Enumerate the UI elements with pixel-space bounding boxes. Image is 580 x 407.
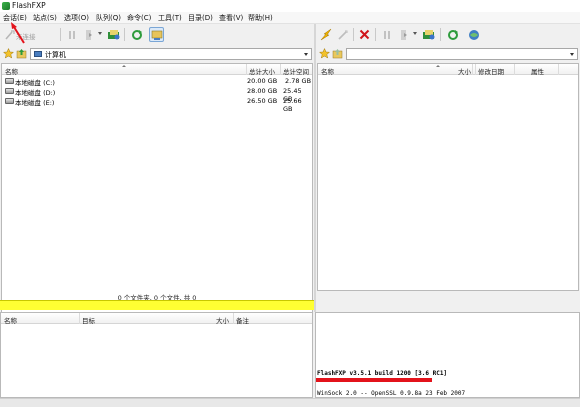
column-divider[interactable]	[79, 313, 80, 324]
menu-options[interactable]: 选项(O)	[64, 13, 89, 23]
sort-caret-icon	[436, 65, 440, 67]
column-free-space[interactable]: 总计空间	[283, 66, 309, 76]
drive-free: 2.78 GB	[285, 77, 312, 85]
remote-path-select[interactable]	[346, 48, 578, 60]
local-path-text: 计算机	[45, 51, 66, 59]
site-manager-icon[interactable]	[466, 27, 481, 42]
up-folder-icon[interactable]	[332, 48, 343, 59]
remote-pane: 名称 大小 修改日期 属性	[316, 24, 580, 312]
hard-drive-icon	[5, 88, 14, 94]
list-item[interactable]: 本地磁盘 (C:) 20.00 GB 2.78 GB	[2, 76, 312, 87]
remote-list-header: 名称 大小 修改日期 属性	[318, 64, 578, 76]
menu-session[interactable]: 会话(E)	[3, 13, 27, 23]
connect-icon[interactable]	[2, 27, 17, 42]
drive-total: 20.00 GB	[247, 77, 278, 85]
local-toolbar: 未连接	[0, 24, 314, 45]
menu-bar: 会话(E) 站点(S) 选项(O) 队列(Q) 命令(C) 工具(T) 目录(D…	[0, 12, 580, 24]
pause-icon[interactable]	[379, 27, 394, 42]
toolbar-separator	[124, 28, 125, 41]
toolbar-separator	[375, 28, 376, 41]
star-icon[interactable]	[319, 48, 330, 59]
disconnected-label: 未连接	[16, 33, 36, 41]
column-divider[interactable]	[514, 64, 515, 75]
log-line: FlashFXP v3.5.1 build 1200 [3.6 RC1]	[317, 370, 448, 377]
column-divider[interactable]	[280, 64, 281, 75]
local-status-text: 0 个文件夹, 0 个文件, 共 0	[117, 294, 197, 302]
drive-free: 25.66 GB	[283, 97, 302, 113]
transfer-icon[interactable]	[396, 27, 411, 42]
remote-status-area	[316, 292, 580, 312]
sort-caret-icon	[122, 65, 126, 67]
remote-toolbar	[316, 24, 580, 45]
menu-help[interactable]: 帮助(H)	[248, 13, 273, 23]
list-item[interactable]: 本地磁盘 (E:) 26.50 GB 25.66 GB	[2, 96, 312, 113]
chevron-down-icon	[570, 53, 574, 56]
status-log[interactable]: FlashFXP v3.5.1 build 1200 [3.6 RC1] Win…	[315, 312, 580, 398]
connect-icon[interactable]	[319, 27, 334, 42]
queue-column-note[interactable]: 备注	[236, 315, 249, 325]
column-divider[interactable]	[472, 64, 473, 75]
menu-view[interactable]: 查看(V)	[219, 13, 243, 23]
queue-header: 名称 目标 大小 备注	[1, 313, 312, 325]
log-line: WinSock 2.0 -- OpenSSL 0.9.8a 23 Feb 200…	[317, 390, 466, 397]
column-divider[interactable]	[475, 64, 476, 75]
abort-icon[interactable]	[357, 27, 372, 42]
toolbar-separator	[60, 28, 61, 41]
local-status-bar	[0, 300, 314, 310]
queue-column-size[interactable]: 大小	[216, 315, 229, 325]
computer-icon	[34, 51, 42, 57]
transfer-queue[interactable]: 名称 目标 大小 备注	[0, 312, 313, 398]
local-file-list[interactable]: 名称 总计大小 总计空间 本地磁盘 (C:) 20.00 GB 2.78 GB …	[1, 63, 313, 315]
drive-total: 28.00 GB	[247, 87, 278, 95]
refresh-icon[interactable]	[445, 27, 460, 42]
column-name[interactable]: 名称	[5, 66, 18, 76]
menu-commands[interactable]: 命令(C)	[127, 13, 151, 23]
column-total-size[interactable]: 总计大小	[249, 66, 275, 76]
column-divider[interactable]	[558, 64, 559, 75]
transfer-dropdown-icon[interactable]	[98, 32, 102, 35]
queue-column-name[interactable]: 名称	[4, 315, 17, 325]
transfer-dropdown-icon[interactable]	[413, 32, 417, 35]
column-divider[interactable]	[246, 64, 247, 75]
remote-browser-icon[interactable]	[421, 27, 436, 42]
menu-tools[interactable]: 工具(T)	[158, 13, 182, 23]
column-attributes[interactable]: 属性	[531, 66, 544, 76]
column-divider[interactable]	[233, 313, 234, 324]
menu-sites[interactable]: 站点(S)	[33, 13, 57, 23]
disconnect-icon[interactable]	[335, 27, 350, 42]
chevron-down-icon	[304, 53, 308, 56]
remote-file-list[interactable]: 名称 大小 修改日期 属性	[317, 63, 579, 291]
refresh-icon[interactable]	[129, 27, 144, 42]
hard-drive-icon	[5, 78, 14, 84]
drive-name: 本地磁盘 (E:)	[15, 99, 55, 107]
local-browser-icon[interactable]	[149, 27, 164, 42]
column-modified[interactable]: 修改日期	[478, 66, 504, 76]
local-address-bar: 计算机	[0, 45, 314, 63]
pause-icon[interactable]	[64, 27, 79, 42]
column-size[interactable]: 大小	[458, 66, 471, 76]
local-pane: 未连接 计算机 名称 总计大小 总计空间 本地磁盘 (C:) 20.00 GB …	[0, 24, 314, 315]
highlight-mark	[316, 378, 432, 382]
toolbar-separator	[353, 28, 354, 41]
local-path-select[interactable]: 计算机	[30, 48, 312, 60]
remote-address-bar	[316, 45, 580, 63]
star-icon[interactable]	[3, 48, 14, 59]
drive-total: 26.50 GB	[247, 97, 278, 105]
status-bar	[0, 398, 580, 407]
up-folder-icon[interactable]	[16, 48, 27, 59]
queue-column-target[interactable]: 目标	[82, 315, 95, 325]
toolbar-separator	[440, 28, 441, 41]
menu-directory[interactable]: 目录(D)	[188, 13, 213, 23]
remote-browser-icon[interactable]	[106, 27, 121, 42]
local-list-header: 名称 总计大小 总计空间	[2, 64, 312, 76]
column-name[interactable]: 名称	[321, 66, 334, 76]
hard-drive-icon	[5, 98, 14, 104]
list-item[interactable]: 本地磁盘 (D:) 28.00 GB 25.45 GB	[2, 86, 312, 103]
transfer-icon[interactable]	[81, 27, 96, 42]
window-title: FlashFXP	[12, 1, 46, 10]
flashfxp-app-icon	[2, 2, 10, 10]
menu-queue[interactable]: 队列(Q)	[96, 13, 121, 23]
title-bar: FlashFXP	[0, 0, 580, 12]
